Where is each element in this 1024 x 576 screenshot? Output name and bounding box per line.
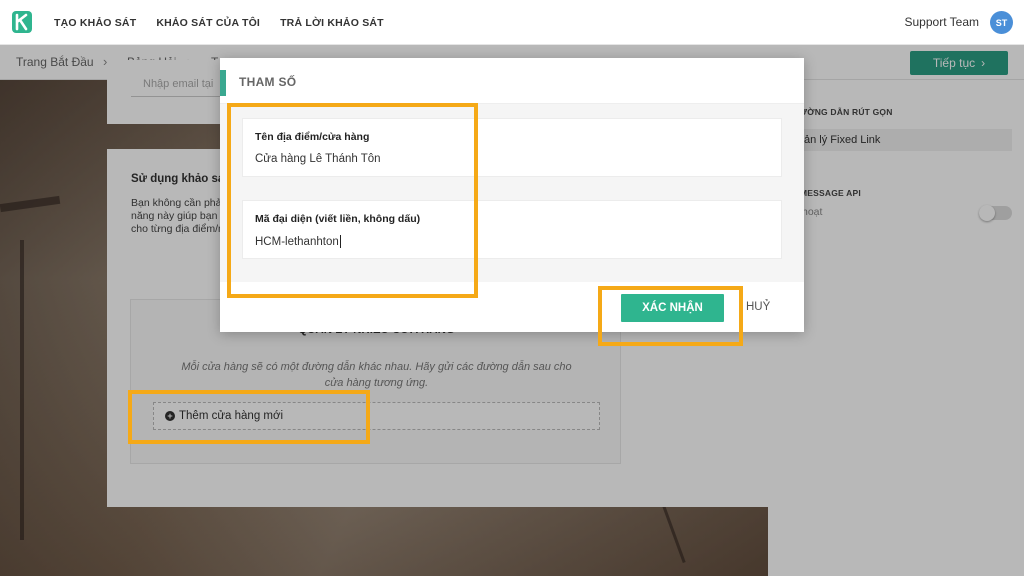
modal-title: THAM SỐ — [239, 75, 297, 89]
highlight-add-store-box — [128, 390, 370, 444]
top-navbar: TẠO KHẢO SÁT KHẢO SÁT CỦA TÔI TRẢ LỜI KH… — [0, 0, 1024, 45]
highlight-fields-box — [227, 103, 478, 298]
modal-header: THAM SỐ — [220, 58, 804, 104]
app-logo[interactable] — [12, 11, 32, 33]
main-nav: TẠO KHẢO SÁT KHẢO SÁT CỦA TÔI TRẢ LỜI KH… — [54, 0, 384, 45]
nav-my-surveys[interactable]: KHẢO SÁT CỦA TÔI — [156, 17, 260, 29]
nav-answer-survey[interactable]: TRẢ LỜI KHẢO SÁT — [280, 17, 384, 29]
cancel-button[interactable]: HUỶ — [746, 301, 770, 313]
user-name[interactable]: Support Team — [905, 15, 980, 29]
highlight-confirm-box — [598, 286, 743, 346]
header-accent-bar — [220, 70, 226, 96]
avatar[interactable]: ST — [990, 11, 1013, 34]
nav-create-survey[interactable]: TẠO KHẢO SÁT — [54, 17, 136, 29]
